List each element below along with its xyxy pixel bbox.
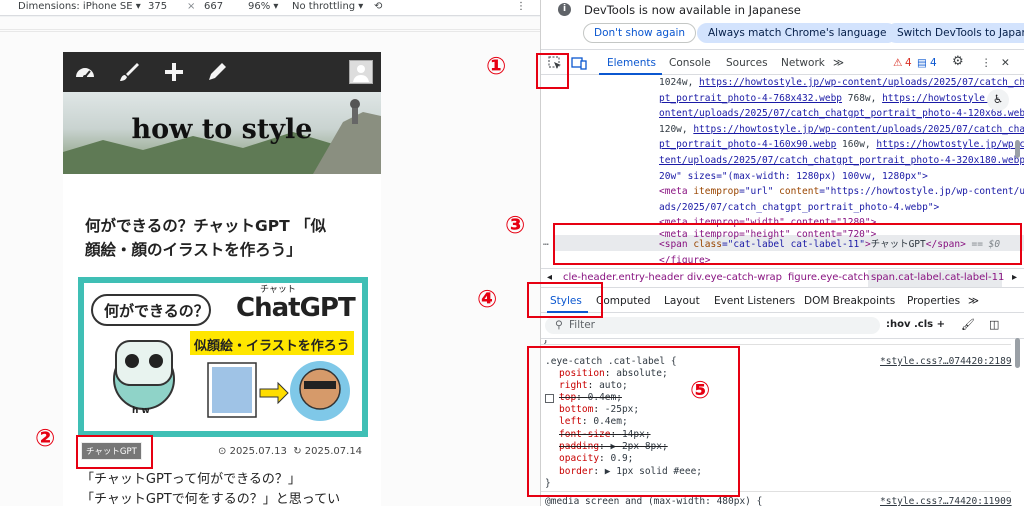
- sidebar-toggle-icon[interactable]: ◫: [989, 318, 999, 331]
- thumb-mascot-letters: h w: [132, 406, 150, 416]
- settings-gear-icon[interactable]: ⚙: [952, 54, 964, 69]
- paint-icon[interactable]: 🖌: [961, 318, 975, 331]
- filter-input[interactable]: ⚲ Filter: [545, 317, 880, 334]
- dom-line[interactable]: 120w, https://howtostyle.jp/wp-content/u…: [659, 122, 1024, 138]
- clock-icon: ⊙: [218, 446, 227, 457]
- language-infobar: i DevTools is now available in Japanese …: [541, 0, 1024, 50]
- site-nav: [63, 52, 381, 92]
- throttle-select[interactable]: No throttling ▾: [292, 1, 363, 12]
- dom-line[interactable]: ads/2025/07/catch_chatgpt_portrait_photo…: [659, 200, 939, 216]
- more-subtabs-button[interactable]: ≫: [968, 295, 979, 307]
- message-icon[interactable]: ▤: [917, 57, 927, 69]
- date-published: 2025.07.13: [229, 446, 287, 457]
- annotation-box-1: [536, 53, 569, 89]
- dashboard-icon[interactable]: [73, 60, 97, 84]
- breadcrumb-scroll-right[interactable]: ▸: [1012, 272, 1017, 283]
- plus-icon[interactable]: [162, 60, 186, 84]
- devtools-tabbar: Elements Console Sources Network ≫ ⚠ 4 ▤…: [541, 51, 1024, 75]
- annotation-number-2: ②: [35, 424, 56, 452]
- breadcrumb-item[interactable]: figure.eye-catch: [788, 272, 869, 283]
- accessibility-icon[interactable]: ♿: [987, 89, 1009, 111]
- tab-network[interactable]: Network: [781, 57, 825, 69]
- thumb-brand: ChatGPT: [236, 293, 356, 323]
- dom-line[interactable]: 20w" sizes="(max-width: 1280px) 100vw, 1…: [659, 169, 928, 185]
- site-header-image[interactable]: how to style: [63, 92, 381, 174]
- annotation-number-1: ①: [486, 52, 507, 80]
- tab-elements[interactable]: Elements: [607, 57, 656, 69]
- breadcrumb-item-active[interactable]: span.cat-label.cat-label-11: [871, 272, 1004, 283]
- brush-icon[interactable]: [117, 60, 141, 84]
- annotation-number-4: ④: [477, 285, 498, 313]
- dom-line[interactable]: tent/uploads/2025/07/catch_chatgpt_portr…: [659, 153, 1024, 169]
- tab-sources[interactable]: Sources: [726, 57, 768, 69]
- sidebar-tabs: Styles Computed Layout Event Listeners D…: [541, 289, 1024, 313]
- site-logo: how to style: [131, 114, 313, 145]
- height-input[interactable]: 667: [204, 1, 223, 12]
- infobar-message: DevTools is now available in Japanese: [584, 3, 801, 17]
- elements-scrollbar[interactable]: [1015, 140, 1020, 158]
- post-excerpt: 「チャットGPTって何ができるの？」 「チャットGPTで何をするの？」と思ってい: [81, 472, 341, 506]
- styles-filter-bar: ⚲ Filter :hov .cls + 🖌 ◫: [541, 313, 1024, 339]
- styles-scrollbar[interactable]: [1015, 338, 1020, 368]
- css-source-link[interactable]: *style.css?…074420:2189: [880, 356, 1012, 368]
- post-title: 何ができるの？チャットGPT 「似 顔絵・顔のイラストを作ろう」: [85, 217, 327, 259]
- dimensions-select[interactable]: Dimensions: iPhone SE ▾: [18, 1, 141, 12]
- filter-icon: ⚲: [555, 319, 563, 331]
- css-media-query[interactable]: @media screen and (max-width: 480px) {: [545, 496, 762, 506]
- dom-line[interactable]: pt_portrait_photo-4-160x90.webp 160w, ht…: [659, 137, 1024, 153]
- eye-catch-image[interactable]: 何ができるの？ チャット ChatGPT 似顔絵・イラストを作ろう h w: [78, 277, 368, 437]
- tab-properties[interactable]: Properties: [907, 295, 960, 307]
- pencil-icon[interactable]: [205, 60, 229, 84]
- more-icon[interactable]: ⋮: [516, 1, 526, 12]
- annotation-box-5: [527, 346, 740, 497]
- annotation-box-4: [527, 282, 603, 318]
- warning-icon[interactable]: ⚠: [893, 57, 902, 69]
- avatar[interactable]: [349, 60, 373, 84]
- breadcrumb-item[interactable]: div.eye-catch-wrap: [687, 272, 782, 283]
- tab-dom-breakpoints[interactable]: DOM Breakpoints: [804, 295, 895, 307]
- message-count[interactable]: 4: [930, 57, 937, 69]
- tab-event-listeners[interactable]: Event Listeners: [714, 295, 795, 307]
- rotate-icon[interactable]: ⟲: [374, 1, 382, 12]
- dont-show-again-button[interactable]: Don't show again: [583, 23, 697, 43]
- update-icon: ↻: [290, 446, 302, 457]
- tab-console[interactable]: Console: [669, 57, 711, 69]
- more-tabs-button[interactable]: ≫: [833, 57, 844, 69]
- device-toolbar: Dimensions: iPhone SE ▾ 375 × 667 96% ▾ …: [0, 0, 540, 16]
- zoom-select[interactable]: 96% ▾: [248, 1, 278, 12]
- switch-japanese-button[interactable]: Switch DevTools to Japan: [886, 23, 1024, 43]
- dom-line[interactable]: 1024w, https://howtostyle.jp/wp-content/…: [659, 75, 1024, 91]
- info-icon: i: [558, 3, 571, 16]
- css-source-link[interactable]: *style.css?…74420:11909: [880, 496, 1012, 506]
- device-emulation-pane: Dimensions: iPhone SE ▾ 375 × 667 96% ▾ …: [0, 0, 540, 506]
- dom-line[interactable]: <meta itemprop="url" content="https://ho…: [659, 184, 1024, 200]
- dom-line[interactable]: pt_portrait_photo-4-768x432.webp 768w, h…: [659, 91, 1008, 107]
- dom-line[interactable]: ontent/uploads/2025/07/catch_chatgpt_por…: [659, 106, 1024, 122]
- date-updated: 2025.07.14: [304, 446, 363, 457]
- annotation-box-3: [553, 223, 1022, 265]
- breadcrumb: ◂ cle-header.entry-header div.eye-catch-…: [541, 268, 1024, 288]
- device-toggle-icon[interactable]: [571, 56, 587, 70]
- annotation-box-2: [76, 435, 153, 469]
- warning-count[interactable]: 4: [905, 57, 912, 69]
- more-options-icon[interactable]: ⋮: [981, 57, 992, 69]
- thumb-bubble-text: 何ができるの？: [104, 302, 209, 320]
- dimensions-times: ×: [187, 1, 196, 12]
- annotation-number-3: ③: [505, 211, 526, 239]
- thumb-banner: 似顔絵・イラストを作ろう: [194, 339, 350, 354]
- width-input[interactable]: 375: [148, 1, 167, 12]
- tab-computed[interactable]: Computed: [596, 295, 651, 307]
- close-icon[interactable]: ✕: [1001, 57, 1010, 69]
- filter-tools[interactable]: :hov .cls +: [886, 319, 945, 330]
- tab-layout[interactable]: Layout: [664, 295, 700, 307]
- ellipsis-icon[interactable]: …: [543, 235, 549, 251]
- post-dates: ⊙ 2025.07.13 ↻ 2025.07.14: [218, 446, 362, 457]
- match-language-button[interactable]: Always match Chrome's language: [697, 23, 898, 43]
